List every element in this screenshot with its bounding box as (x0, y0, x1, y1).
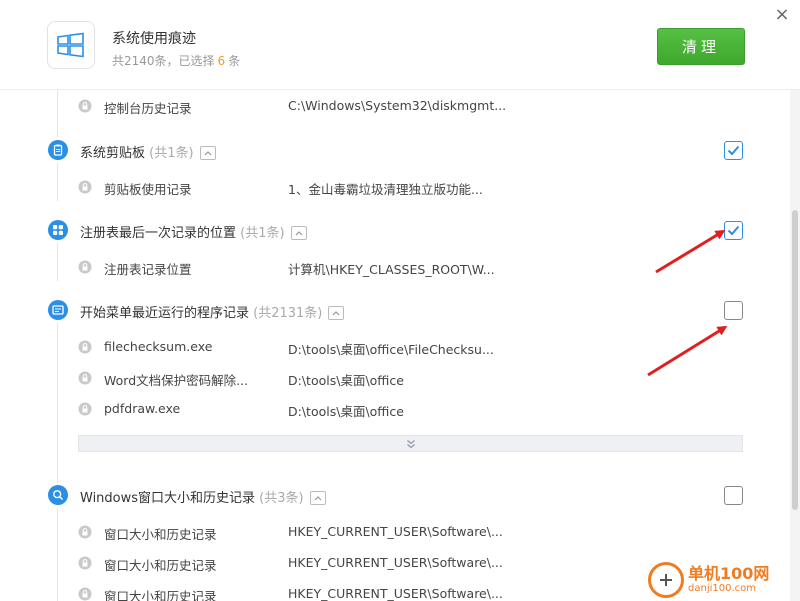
item-name: 窗口大小和历史记录 (104, 527, 217, 542)
start-menu-icon (48, 300, 68, 320)
double-chevron-down-icon (406, 439, 415, 448)
lock-icon (78, 340, 92, 354)
vertical-scrollbar[interactable] (790, 90, 800, 601)
total-count-text: 共2140条，已选择 (112, 54, 215, 68)
category-window-history[interactable]: Windows窗口大小和历史记录 (共3条) (0, 480, 790, 510)
item-path: C:\Windows\System32\diskmgmt... (288, 98, 507, 113)
category-title: 注册表最后一次记录的位置 (80, 226, 237, 241)
selection-summary: 共2140条，已选择 6 条 (112, 52, 240, 69)
category-registry[interactable]: 注册表最后一次记录的位置 (共1条) (0, 215, 790, 245)
lock-icon (78, 260, 92, 274)
collapse-toggle[interactable] (290, 225, 307, 240)
lock-icon (78, 99, 92, 113)
list-item[interactable]: 窗口大小和历史记录 HKEY_CURRENT_USER\Software\... (0, 518, 790, 546)
list-item[interactable]: filechecksum.exe D:\tools\桌面\office\File… (0, 333, 790, 361)
chevron-up-icon (314, 495, 322, 500)
watermark-url: danji100.com (688, 583, 756, 594)
header: 系统使用痕迹 共2140条，已选择 6 条 清理 × (0, 0, 800, 90)
item-name: 剪贴板使用记录 (104, 182, 192, 197)
category-label: Windows窗口大小和历史记录 (共3条) (80, 487, 326, 506)
watermark-text: 单机100网 danji100.com (688, 565, 769, 595)
scrollbar-thumb[interactable] (792, 210, 798, 510)
item-path: D:\tools\桌面\office (288, 373, 404, 388)
category-title: Windows窗口大小和历史记录 (80, 491, 256, 506)
close-icon[interactable]: × (773, 6, 791, 24)
chevron-up-icon (295, 230, 303, 235)
item-name: 窗口大小和历史记录 (104, 558, 217, 573)
category-label: 系统剪贴板 (共1条) (80, 142, 216, 161)
clipboard-icon (48, 140, 68, 160)
app-logo (47, 21, 95, 69)
list-item[interactable]: Word文档保护密码解除... D:\tools\桌面\office (0, 364, 790, 392)
category-title: 系统剪贴板 (80, 146, 146, 161)
lock-icon (78, 587, 92, 601)
list-item[interactable]: 注册表记录位置 计算机\HKEY_CLASSES_ROOT\W... (0, 253, 790, 281)
category-checkbox[interactable] (724, 486, 743, 505)
category-count: (共1条) (240, 226, 285, 241)
category-checkbox[interactable] (724, 141, 743, 160)
category-title: 开始菜单最近运行的程序记录 (80, 306, 250, 321)
selected-count: 6 (217, 54, 226, 68)
list-item[interactable]: pdfdraw.exe D:\tools\桌面\office (0, 395, 790, 423)
page-title: 系统使用痕迹 (112, 31, 196, 47)
show-more-bar[interactable] (78, 435, 743, 452)
count-unit: 条 (228, 54, 241, 68)
lock-icon (78, 556, 92, 570)
category-checkbox[interactable] (724, 221, 743, 240)
category-clipboard[interactable]: 系统剪贴板 (共1条) (0, 135, 790, 165)
trace-list: 控制台历史记录 C:\Windows\System32\diskmgmt... … (0, 90, 790, 601)
chevron-up-icon (204, 150, 212, 155)
category-count: (共3条) (259, 491, 304, 506)
collapse-toggle[interactable] (199, 145, 216, 160)
item-path: 1、金山毒霸垃圾清理独立版功能... (288, 182, 483, 197)
watermark-logo-icon (648, 562, 684, 598)
checkmark-icon (727, 225, 740, 236)
item-name: 控制台历史记录 (104, 101, 192, 116)
category-checkbox[interactable] (724, 301, 743, 320)
watermark-name: 单机100网 (688, 564, 770, 583)
category-label: 开始菜单最近运行的程序记录 (共2131条) (80, 302, 345, 321)
lock-icon (78, 525, 92, 539)
item-path: HKEY_CURRENT_USER\Software\... (288, 586, 503, 601)
category-count: (共2131条) (253, 306, 323, 321)
checkmark-icon (727, 145, 740, 156)
list-item[interactable]: 剪贴板使用记录 1、金山毒霸垃圾清理独立版功能... (0, 173, 790, 201)
windows-logo-icon (57, 32, 84, 58)
watermark: 单机100网 danji100.com (648, 560, 800, 600)
item-name: pdfdraw.exe (104, 401, 181, 416)
collapse-toggle[interactable] (328, 305, 345, 320)
category-label: 注册表最后一次记录的位置 (共1条) (80, 222, 307, 241)
clean-button[interactable]: 清理 (657, 28, 745, 65)
registry-icon (48, 220, 68, 240)
item-path: D:\tools\桌面\office\FileChecksu... (288, 342, 494, 357)
lock-icon (78, 180, 92, 194)
item-path: D:\tools\桌面\office (288, 404, 404, 419)
collapse-toggle[interactable] (309, 490, 326, 505)
item-path: HKEY_CURRENT_USER\Software\... (288, 555, 503, 570)
item-name: Word文档保护密码解除... (104, 373, 249, 388)
item-name: 窗口大小和历史记录 (104, 589, 217, 601)
window-search-icon (48, 485, 68, 505)
item-name: 注册表记录位置 (104, 262, 192, 277)
category-count: (共1条) (149, 146, 194, 161)
item-path: HKEY_CURRENT_USER\Software\... (288, 524, 503, 539)
item-path: 计算机\HKEY_CLASSES_ROOT\W... (288, 262, 495, 277)
item-name: filechecksum.exe (104, 339, 213, 354)
list-item[interactable]: 控制台历史记录 C:\Windows\System32\diskmgmt... (0, 92, 790, 120)
lock-icon (78, 402, 92, 416)
category-start-menu[interactable]: 开始菜单最近运行的程序记录 (共2131条) (0, 295, 790, 325)
chevron-up-icon (332, 310, 340, 315)
lock-icon (78, 371, 92, 385)
